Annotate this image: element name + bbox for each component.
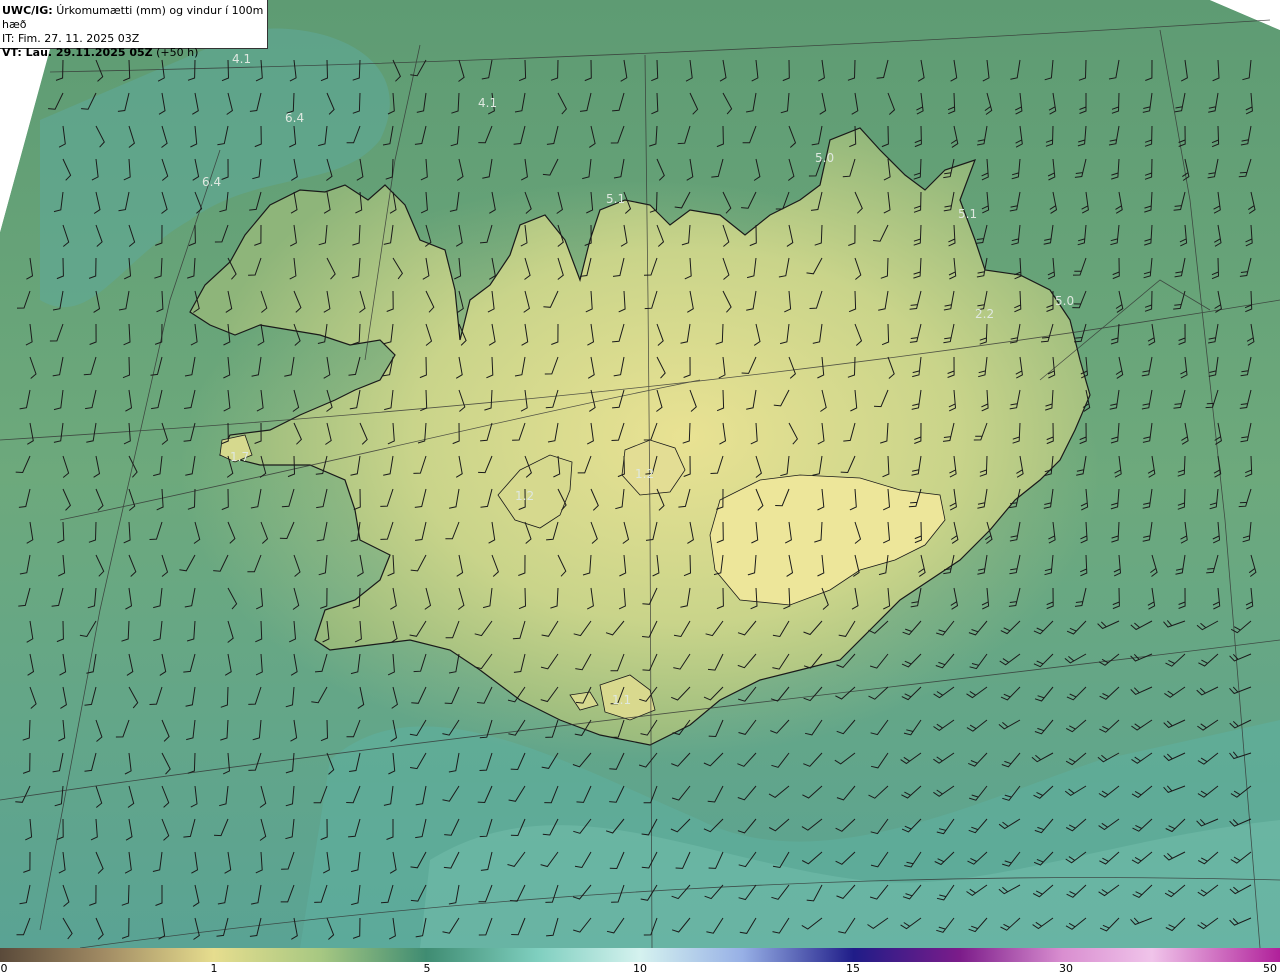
map-label: 1.7 (230, 450, 249, 464)
valid-time-line: VT: Lau. 29.11.2025 05Z (+50 h) (2, 46, 267, 60)
colorbar (0, 948, 1280, 962)
map-label: 1.1 (612, 693, 631, 707)
map-label: 1.2 (635, 467, 654, 481)
map-label: 5.0 (1055, 294, 1074, 308)
map-label: 5.1 (606, 192, 625, 206)
init-time: IT: Fim. 27. 11. 2025 03Z (2, 32, 140, 45)
map-label: 5.0 (815, 151, 834, 165)
colorbar-ticks: 0 1 5 10 15 30 50 (0, 962, 1280, 978)
valid-offset: (+50 h) (156, 46, 199, 59)
model-code: UWC/IG: (2, 4, 53, 17)
valid-time: VT: Lau. 29.11.2025 05Z (2, 46, 153, 59)
map-label: 5.1 (958, 207, 977, 221)
map-label: 1.2 (515, 489, 534, 503)
colorbar-tick: 1 (210, 962, 218, 975)
title-line: UWC/IG: Úrkomumætti (mm) og vindur í 100… (2, 4, 267, 32)
map-label: 6.4 (285, 111, 304, 125)
header-panel: UWC/IG: Úrkomumætti (mm) og vindur í 100… (0, 0, 268, 59)
map-label: 2.2 (975, 307, 994, 321)
colorbar-tick: 0 (0, 962, 8, 975)
map-label: 6.4 (202, 175, 221, 189)
colorbar-tick: 10 (633, 962, 647, 975)
map-label: 4.1 (478, 96, 497, 110)
colorbar-tick: 5 (423, 962, 431, 975)
colorbar-tick: 50 (1263, 962, 1277, 975)
forecast-map: 4.1 4.1 6.4 6.4 5.1 5.0 5.1 5.0 2.2 1.7 … (0, 0, 1280, 948)
colorbar-tick: 30 (1059, 962, 1073, 975)
colorbar-tick: 15 (846, 962, 860, 975)
